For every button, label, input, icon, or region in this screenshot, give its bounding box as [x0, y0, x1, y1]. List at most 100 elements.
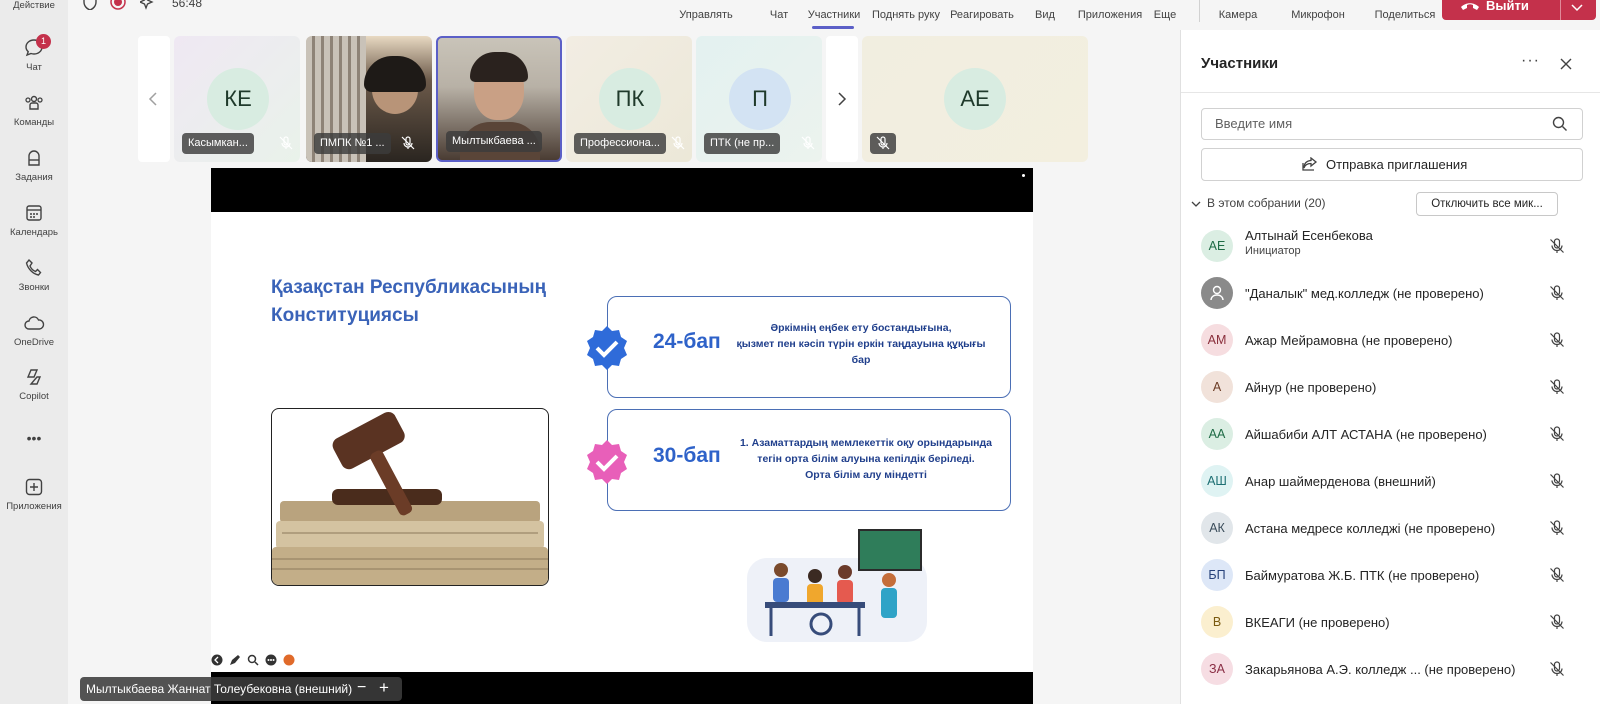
pen-icon[interactable]	[229, 654, 241, 666]
toolbar-label: Поделиться	[1374, 9, 1436, 21]
invite-button[interactable]: Отправка приглашения	[1201, 148, 1583, 181]
participant-row[interactable]: В ВКЕАГИ (не проверено)	[1181, 606, 1600, 653]
rail-chat[interactable]: 1 Чат	[0, 34, 68, 73]
mic-off-icon	[876, 136, 890, 150]
participant-name: Айнур (не проверено)	[1245, 380, 1377, 395]
search-input[interactable]: Введите имя	[1201, 108, 1583, 140]
participant-name: Анар шаймерденова (внешний)	[1245, 474, 1436, 489]
shield-icon	[83, 0, 97, 10]
mic-off-icon	[279, 136, 293, 150]
participant-video-tile[interactable]: ПМПК №1 ...	[306, 36, 432, 162]
avatar: АЕ	[944, 68, 1006, 130]
participant-row[interactable]: АШ Анар шаймерденова (внешний)	[1181, 465, 1600, 512]
divider	[1181, 92, 1600, 93]
rail-calendar[interactable]: Календарь	[0, 203, 68, 238]
participant-video-tile-active[interactable]: Мылтыкбаева ...	[436, 36, 562, 162]
panel-title: Участники	[1201, 55, 1279, 72]
participant-row[interactable]: А Айнур (не проверено)	[1181, 371, 1600, 418]
participant-row[interactable]: АА Айшабиби АЛТ АСТАНА (не проверено)	[1181, 418, 1600, 465]
slide-title: Қазақстан Республикасының Конституциясы	[271, 274, 546, 330]
participant-tile[interactable]: КЕ Касымкан...	[174, 36, 300, 162]
sparkle-icon[interactable]	[140, 0, 156, 10]
rail-teams[interactable]: Команды	[0, 93, 68, 128]
participant-tile[interactable]: ПК Профессиона...	[566, 36, 692, 162]
meeting-toolbar: 56:48 Управлять Чат Участники Поднять ру…	[68, 0, 1600, 30]
calendar-icon	[26, 205, 42, 221]
mic-off-icon[interactable]	[1549, 661, 1565, 677]
participant-name: Закарьянова А.Э. колледж ... (не провере…	[1245, 662, 1516, 677]
mic-off-icon[interactable]	[1549, 520, 1565, 536]
toolbar-label: Микрофон	[1291, 9, 1345, 21]
chevron-down-icon[interactable]	[1570, 3, 1584, 13]
rail-apps[interactable]: Приложения	[0, 477, 68, 512]
teams-icon	[25, 95, 43, 110]
article-text: 1. Азаматтардың мемлекеттік оқу орындары…	[731, 435, 1001, 483]
rail-more[interactable]: •••	[0, 430, 68, 446]
gavel-image	[271, 408, 549, 586]
add-apps-icon	[25, 478, 43, 496]
person-hair-graphic	[470, 52, 528, 82]
rail-activity[interactable]: Действие	[0, 0, 68, 11]
more-icon: •••	[26, 430, 42, 446]
share-icon	[1302, 157, 1318, 171]
mic-off-icon[interactable]	[1549, 426, 1565, 442]
mic-off-icon[interactable]	[1549, 614, 1565, 630]
article-text-line: Орта білім алу міндетті	[805, 469, 927, 481]
strip-next-button[interactable]	[826, 36, 858, 162]
participant-row[interactable]: ЗА Закарьянова А.Э. колледж ... (не прове…	[1181, 653, 1600, 700]
rail-label: Задания	[15, 172, 53, 183]
mute-all-button[interactable]: Отключить все мик...	[1416, 192, 1558, 216]
participant-row[interactable]: "Даналык" мед.колледж (не проверено)	[1181, 277, 1600, 324]
rail-onedrive[interactable]: OneDrive	[0, 313, 68, 348]
slide-title-line: Конституциясы	[271, 305, 419, 326]
avatar: КЕ	[207, 68, 269, 130]
article-text-line: 1. Азаматтардың мемлекеттік оқу орындары…	[739, 437, 993, 449]
presenter-name-bar: Мылтыкбаева Жаннат Толеубековна (внешний…	[80, 677, 402, 701]
rail-calls[interactable]: Звонки	[0, 258, 68, 293]
toolbar-label: Камера	[1218, 9, 1258, 21]
more-options-icon[interactable]	[265, 654, 277, 666]
participant-row[interactable]: АК Астана медресе колледжі (не проверено)	[1181, 512, 1600, 559]
mic-off-icon[interactable]	[1549, 332, 1565, 348]
avatar: АЕ	[1201, 230, 1233, 262]
back-arrow-icon[interactable]	[211, 654, 223, 666]
leave-button[interactable]: Выйти	[1442, 0, 1596, 20]
tile-name: Профессиона...	[574, 133, 666, 154]
hang-up-icon	[1461, 3, 1479, 10]
panel-more-icon[interactable]: ···	[1521, 52, 1540, 70]
mic-off-icon[interactable]	[1549, 473, 1565, 489]
mic-off-icon[interactable]	[1549, 238, 1565, 254]
section-header[interactable]: В этом собрании (20)	[1191, 196, 1326, 210]
participant-row[interactable]: БП Баймуратова Ж.Б. ПТК (не проверено)	[1181, 559, 1600, 606]
mic-off-icon[interactable]	[1549, 379, 1565, 395]
pointer-icon[interactable]	[283, 654, 295, 666]
participant-name: Алтынай Есенбекова	[1245, 228, 1373, 243]
article-number: 24-бап	[653, 330, 721, 353]
participants-panel: Участники ··· Введите имя Отправка пригл…	[1180, 30, 1600, 704]
article-text-line: бар	[851, 354, 871, 366]
participant-name: Айшабиби АЛТ АСТАНА (не проверено)	[1245, 427, 1487, 442]
tile-name: Мылтыкбаева ...	[446, 131, 542, 152]
participant-name: ВКЕАГИ (не проверено)	[1245, 615, 1390, 630]
participant-tile[interactable]: П ПТК (не пр...	[696, 36, 822, 162]
minimize-icon[interactable]: −	[357, 679, 366, 697]
tile-name: ПТК (не пр...	[704, 133, 781, 154]
magnifier-icon[interactable]	[247, 654, 259, 666]
plus-icon[interactable]: +	[379, 678, 389, 698]
strip-prev-button[interactable]	[138, 36, 170, 162]
rail-label: OneDrive	[13, 337, 55, 348]
avatar: АА	[1201, 418, 1233, 450]
rail-assignments[interactable]: Задания	[0, 148, 68, 183]
participant-row[interactable]: АМ Ажар Мейрамовна (не проверено)	[1181, 324, 1600, 371]
rail-copilot[interactable]: Copilot	[0, 367, 68, 402]
rail-label: Действие	[13, 0, 55, 11]
mic-off-icon[interactable]	[1549, 567, 1565, 583]
mic-off-icon[interactable]	[1549, 285, 1565, 301]
participant-role: Инициатор	[1245, 245, 1301, 257]
video-strip: КЕ Касымкан... ПМПК №1 ... Мылтыкбаева .…	[138, 36, 1088, 164]
participant-tile[interactable]: АЕ	[862, 36, 1088, 162]
close-icon[interactable]	[1559, 57, 1573, 71]
participant-row[interactable]: АЕ Алтынай Есенбекова Инициатор	[1181, 228, 1600, 277]
recording-icon	[110, 0, 126, 10]
rail-label: Copilot	[19, 391, 49, 402]
